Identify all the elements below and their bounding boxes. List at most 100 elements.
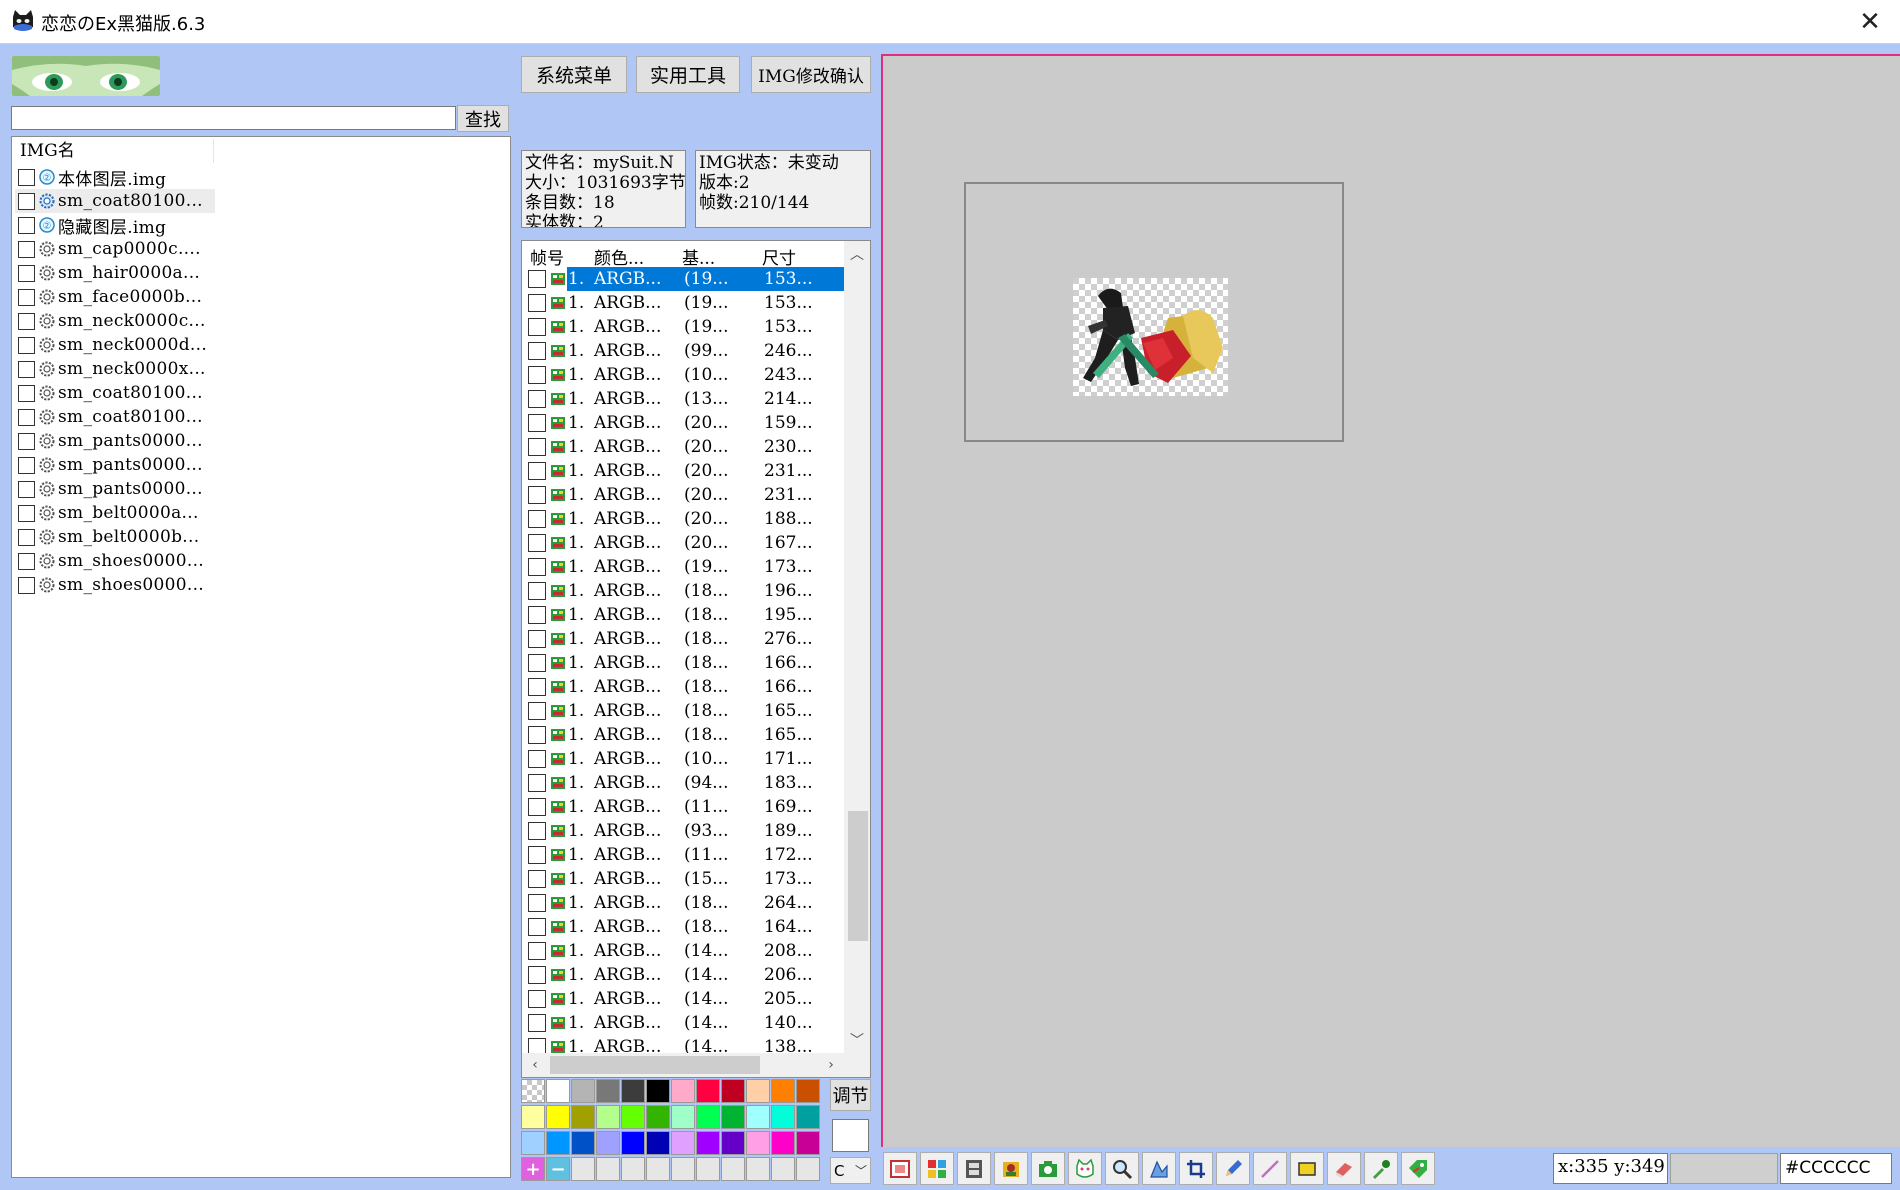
transparent-swatch[interactable]: [521, 1079, 545, 1103]
color-swatch[interactable]: [721, 1131, 745, 1155]
frame-checkbox[interactable]: [528, 966, 546, 984]
eyedropper-icon[interactable]: [1364, 1152, 1398, 1185]
color-swatch[interactable]: [696, 1105, 720, 1129]
color-swatch[interactable]: [696, 1131, 720, 1155]
frame-row[interactable]: 1. ARGB... (10... 243...: [522, 363, 844, 387]
frame-row[interactable]: 1. ARGB... (18... 195...: [522, 603, 844, 627]
frame-checkbox[interactable]: [528, 822, 546, 840]
frame-checkbox[interactable]: [528, 1014, 546, 1032]
frame-row[interactable]: 1. ARGB... (20... 231...: [522, 483, 844, 507]
frame-row[interactable]: 1. ARGB... (18... 166...: [522, 651, 844, 675]
frame-checkbox[interactable]: [528, 918, 546, 936]
color-swatch[interactable]: [696, 1157, 720, 1181]
img-list-item[interactable]: sm_belt0000a...: [15, 501, 215, 525]
color-swatch[interactable]: [671, 1079, 695, 1103]
color-swatch[interactable]: [796, 1157, 820, 1181]
color-swatch[interactable]: [621, 1157, 645, 1181]
scroll-left-icon[interactable]: ‹: [522, 1053, 548, 1077]
img-list-item[interactable]: sm_coat80100...: [15, 405, 215, 429]
img-list-item[interactable]: sm_pants0000...: [15, 429, 215, 453]
color-swatch[interactable]: [721, 1157, 745, 1181]
color-swatch[interactable]: [646, 1105, 670, 1129]
color-swatch[interactable]: [571, 1079, 595, 1103]
frame-checkbox[interactable]: [528, 438, 546, 456]
frame-checkbox[interactable]: [528, 750, 546, 768]
img-list-item[interactable]: sm_neck0000c...: [15, 309, 215, 333]
preview-canvas[interactable]: [881, 54, 1900, 1147]
tools-button[interactable]: 实用工具: [636, 56, 740, 93]
color-swatch[interactable]: [521, 1131, 545, 1155]
frame-row[interactable]: 1. ARGB... (20... 230...: [522, 435, 844, 459]
frame-row[interactable]: 1. ARGB... (11... 172...: [522, 843, 844, 867]
frame-row[interactable]: 1. ARGB... (18... 164...: [522, 915, 844, 939]
frame-checkbox[interactable]: [528, 678, 546, 696]
system-menu-button[interactable]: 系统菜单: [521, 56, 627, 93]
scroll-down-icon[interactable]: ﹀: [844, 1027, 870, 1053]
palette-mode-select[interactable]: C ﹀: [830, 1157, 871, 1184]
color-swatch[interactable]: [721, 1079, 745, 1103]
img-checkbox[interactable]: [18, 552, 35, 570]
adjust-button[interactable]: 调节: [830, 1079, 871, 1111]
img-list-item[interactable]: sm_neck0000x...: [15, 357, 215, 381]
frame-row[interactable]: 1. ARGB... (99... 246...: [522, 339, 844, 363]
color-swatch[interactable]: [646, 1157, 670, 1181]
frame-checkbox[interactable]: [528, 654, 546, 672]
color-swatch[interactable]: [596, 1131, 620, 1155]
col-frame-id[interactable]: 帧号: [530, 244, 564, 269]
frame-checkbox[interactable]: [528, 486, 546, 504]
color-swatch[interactable]: [596, 1157, 620, 1181]
remove-color-icon[interactable]: −: [546, 1157, 570, 1181]
frame-row[interactable]: 1. ARGB... (18... 276...: [522, 627, 844, 651]
film-icon[interactable]: [957, 1152, 991, 1185]
line-icon[interactable]: [1253, 1152, 1287, 1185]
frame-checkbox[interactable]: [528, 342, 546, 360]
color-swatch[interactable]: [746, 1157, 770, 1181]
frame-checkbox[interactable]: [528, 726, 546, 744]
frame-checkbox[interactable]: [528, 582, 546, 600]
scroll-right-icon[interactable]: ›: [818, 1053, 844, 1077]
img-list-item[interactable]: sm_face0000b...: [15, 285, 215, 309]
vscroll-thumb[interactable]: [848, 811, 868, 941]
eraser-icon[interactable]: [1327, 1152, 1361, 1185]
frame-row[interactable]: 1. ARGB... (18... 165...: [522, 723, 844, 747]
color-swatch[interactable]: [621, 1079, 645, 1103]
frame-checkbox[interactable]: [528, 894, 546, 912]
color-swatch[interactable]: [771, 1157, 795, 1181]
frame-row[interactable]: 1. ARGB... (19... 153...: [522, 267, 844, 291]
frame-checkbox[interactable]: [528, 390, 546, 408]
frame-checkbox[interactable]: [528, 294, 546, 312]
cat-face-icon[interactable]: [1068, 1152, 1102, 1185]
color-swatch[interactable]: [796, 1105, 820, 1129]
color-swatch[interactable]: [746, 1105, 770, 1129]
img-checkbox[interactable]: [18, 504, 35, 522]
img-checkbox[interactable]: [18, 432, 35, 450]
img-checkbox[interactable]: [18, 528, 35, 546]
rectangle-icon[interactable]: [1290, 1152, 1324, 1185]
magnifier-icon[interactable]: [1105, 1152, 1139, 1185]
color-swatch[interactable]: [521, 1105, 545, 1129]
img-checkbox[interactable]: [18, 216, 35, 234]
frame-checkbox[interactable]: [528, 990, 546, 1008]
img-checkbox[interactable]: [18, 576, 35, 594]
search-input[interactable]: [11, 106, 456, 130]
img-list[interactable]: IMG名 ② 本体图层.img sm_coat80100... ② 隐藏图层.img sm…: [11, 136, 511, 1178]
img-list-item[interactable]: ② 本体图层.img: [15, 165, 215, 190]
color-swatch[interactable]: [546, 1105, 570, 1129]
color-swatch[interactable]: [746, 1079, 770, 1103]
frame-list[interactable]: 帧号 颜色... 基... 尺寸 1. ARGB... (19... 153... 1.…: [521, 240, 871, 1078]
shape-icon[interactable]: [1142, 1152, 1176, 1185]
frame-row[interactable]: 1. ARGB... (19... 153...: [522, 291, 844, 315]
frame-row[interactable]: 1. ARGB... (18... 165...: [522, 699, 844, 723]
frame-row[interactable]: 1. ARGB... (19... 153...: [522, 315, 844, 339]
tag-icon[interactable]: [1401, 1152, 1435, 1185]
img-list-item[interactable]: sm_coat80100...: [15, 189, 215, 213]
close-button[interactable]: ✕: [1840, 0, 1900, 44]
color-swatch[interactable]: [671, 1157, 695, 1181]
color-swatch[interactable]: [621, 1131, 645, 1155]
img-list-item[interactable]: sm_cap0000c....: [15, 237, 215, 261]
frame-list-hscrollbar[interactable]: ‹ ›: [522, 1053, 870, 1077]
color-swatch[interactable]: [621, 1105, 645, 1129]
color-swatch[interactable]: [596, 1079, 620, 1103]
frame-checkbox[interactable]: [528, 366, 546, 384]
img-checkbox[interactable]: [18, 264, 35, 282]
